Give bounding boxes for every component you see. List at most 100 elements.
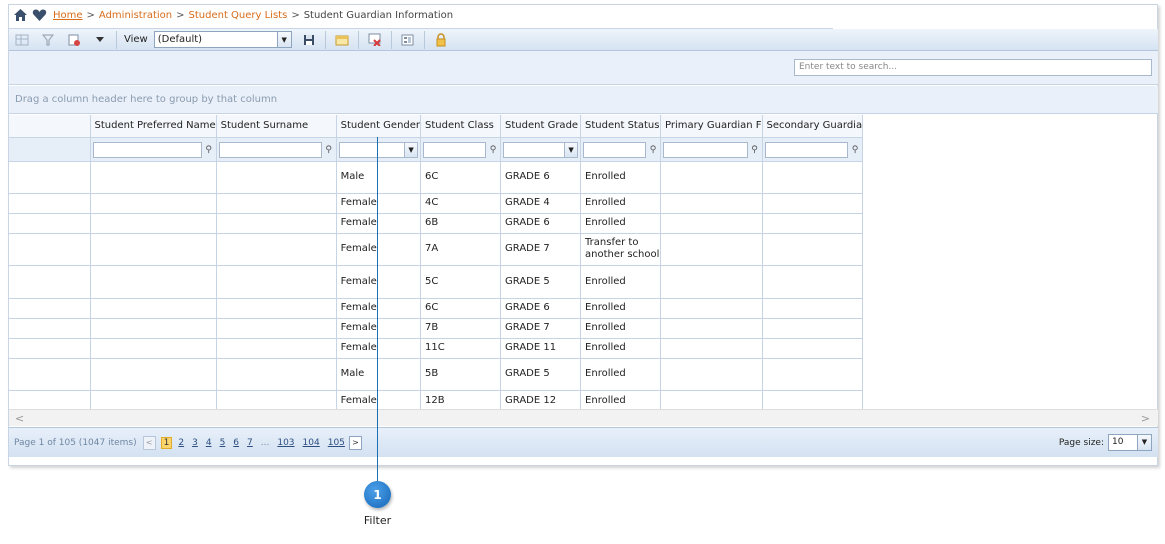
toolbar-separator — [324, 30, 326, 49]
home-icon[interactable] — [12, 7, 28, 23]
pager-page[interactable]: 5 — [220, 438, 226, 448]
breadcrumb-home[interactable]: Home — [53, 10, 83, 21]
pager-prev-button[interactable]: < — [142, 435, 156, 450]
table-row[interactable]: Female 12B GRADE 12 Enrolled — [9, 390, 864, 412]
row-select-cell[interactable] — [9, 358, 91, 391]
column-header-class[interactable]: Student Class — [420, 115, 502, 138]
row-select-cell[interactable] — [9, 338, 91, 359]
scroll-left-icon[interactable]: < — [15, 412, 24, 425]
row-select-cell[interactable] — [9, 318, 91, 339]
search-band: Enter text to search... — [9, 51, 1158, 85]
column-header-gender[interactable]: Student Gender — [336, 115, 422, 138]
filter-cell: ⚲ — [216, 137, 337, 162]
column-chooser-icon[interactable] — [11, 30, 33, 50]
grade-cell: GRADE 6 — [500, 161, 582, 194]
pager-page[interactable]: 105 — [328, 438, 345, 448]
filter-icon[interactable]: ⚲ — [323, 144, 335, 156]
surname-cell — [216, 318, 337, 339]
scroll-right-icon[interactable]: > — [1141, 412, 1150, 425]
table-row[interactable]: Female 6B GRADE 6 Enrolled — [9, 213, 864, 234]
filter-input-secondary-guardian[interactable]: ⚲ — [764, 141, 858, 158]
save-icon[interactable] — [298, 30, 320, 50]
pager-page[interactable]: 6 — [233, 438, 239, 448]
pager-page[interactable]: 3 — [192, 438, 198, 448]
group-panel[interactable]: Drag a column header here to group by th… — [9, 86, 1158, 114]
pager-page[interactable]: 103 — [277, 438, 294, 448]
horizontal-scrollbar[interactable]: < > — [9, 409, 1158, 426]
breadcrumb: Home > Administration > Student Query Li… — [12, 6, 453, 24]
column-header-grade[interactable]: Student Grade — [500, 115, 582, 138]
filter-icon[interactable]: ⚲ — [849, 144, 861, 156]
table-row[interactable]: Male 6C GRADE 6 Enrolled — [9, 161, 864, 194]
preferred-name-cell — [90, 338, 217, 359]
table-row[interactable]: Female 4C GRADE 4 Enrolled — [9, 193, 864, 214]
row-select-cell[interactable] — [9, 213, 91, 234]
row-select-cell[interactable] — [9, 390, 91, 412]
toolbar: View (Default) ▼ — [9, 29, 1158, 51]
new-view-icon[interactable] — [331, 30, 353, 50]
breadcrumb-student-query-lists[interactable]: Student Query Lists — [189, 10, 288, 21]
filter-select-gender[interactable]: ▼ — [338, 141, 419, 158]
layout-icon[interactable] — [397, 30, 419, 50]
table-row[interactable]: Female 7B GRADE 7 Enrolled — [9, 318, 864, 339]
view-select[interactable]: (Default) ▼ — [153, 31, 292, 48]
page-size-select[interactable]: 10 ▼ — [1108, 434, 1152, 451]
filter-icon[interactable]: ⚲ — [487, 144, 499, 156]
breadcrumb-separator: > — [291, 9, 300, 21]
primary-guardian-cell — [660, 233, 763, 266]
row-select-cell[interactable] — [9, 193, 91, 214]
lock-icon[interactable] — [430, 30, 452, 50]
delete-view-icon[interactable] — [364, 30, 386, 50]
chevron-down-icon[interactable]: ▼ — [276, 32, 291, 47]
chevron-down-icon[interactable]: ▼ — [564, 142, 578, 157]
chevron-down-icon[interactable]: ▼ — [404, 142, 418, 157]
table-row[interactable]: Female 6C GRADE 6 Enrolled — [9, 298, 864, 319]
secondary-guardian-cell — [762, 318, 864, 339]
table-row[interactable]: Female 7A GRADE 7 Transfer to another schoo… — [9, 233, 864, 266]
column-header-select[interactable] — [9, 115, 91, 138]
pager-next-button[interactable]: > — [348, 435, 362, 450]
surname-cell — [216, 161, 337, 194]
filter-icon[interactable]: ⚲ — [203, 144, 215, 156]
pager-page[interactable]: 7 — [247, 438, 253, 448]
filter-input-class[interactable]: ⚲ — [423, 141, 496, 158]
filter-icon[interactable]: ⚲ — [749, 144, 761, 156]
row-select-cell[interactable] — [9, 233, 91, 266]
row-select-cell[interactable] — [9, 298, 91, 319]
filter-input-primary-guardian[interactable]: ⚲ — [663, 141, 758, 158]
filter-select-grade[interactable]: ▼ — [503, 141, 579, 158]
row-select-cell[interactable] — [9, 161, 91, 194]
filter-input-surname[interactable]: ⚲ — [218, 141, 332, 158]
table-row[interactable]: Female 5C GRADE 5 Enrolled — [9, 265, 864, 299]
primary-guardian-cell — [660, 213, 763, 234]
breadcrumb-separator: > — [176, 9, 185, 21]
chevron-down-icon[interactable]: ▼ — [1137, 435, 1151, 450]
pager-page[interactable]: 4 — [206, 438, 212, 448]
filter-input-preferred-name[interactable]: ⚲ — [92, 141, 212, 158]
filter-cell: ⚲ — [580, 137, 662, 162]
pager-page-current[interactable]: 1 — [160, 436, 173, 449]
chevron-down-icon[interactable] — [89, 30, 111, 50]
column-header-status[interactable]: Student Status — [580, 115, 662, 138]
column-header-primary-guardian[interactable]: Primary Guardian F — [660, 115, 763, 138]
class-cell: 7A — [420, 233, 502, 266]
filter-icon[interactable] — [37, 30, 59, 50]
filter-input-status[interactable]: ⚲ — [583, 141, 656, 158]
breadcrumb-administration[interactable]: Administration — [99, 10, 172, 21]
grade-cell: GRADE 6 — [500, 298, 582, 319]
table-row[interactable]: Male 5B GRADE 5 Enrolled — [9, 358, 864, 391]
favorite-heart-icon[interactable] — [31, 7, 47, 23]
column-header-secondary-guardian[interactable]: Secondary Guardia — [762, 115, 864, 138]
filter-icon[interactable]: ⚲ — [647, 144, 659, 156]
pager-page[interactable]: 2 — [178, 438, 184, 448]
column-header-surname[interactable]: Student Surname — [216, 115, 337, 138]
secondary-guardian-cell — [762, 298, 864, 319]
surname-cell — [216, 358, 337, 391]
pager-page[interactable]: 104 — [303, 438, 320, 448]
column-header-preferred-name[interactable]: Student Preferred Name — [90, 115, 217, 138]
row-select-cell[interactable] — [9, 265, 91, 299]
pager-ellipsis: ... — [260, 437, 270, 448]
export-icon[interactable] — [63, 30, 85, 50]
table-row[interactable]: Female 11C GRADE 11 Enrolled — [9, 338, 864, 359]
search-input[interactable]: Enter text to search... — [794, 59, 1152, 76]
